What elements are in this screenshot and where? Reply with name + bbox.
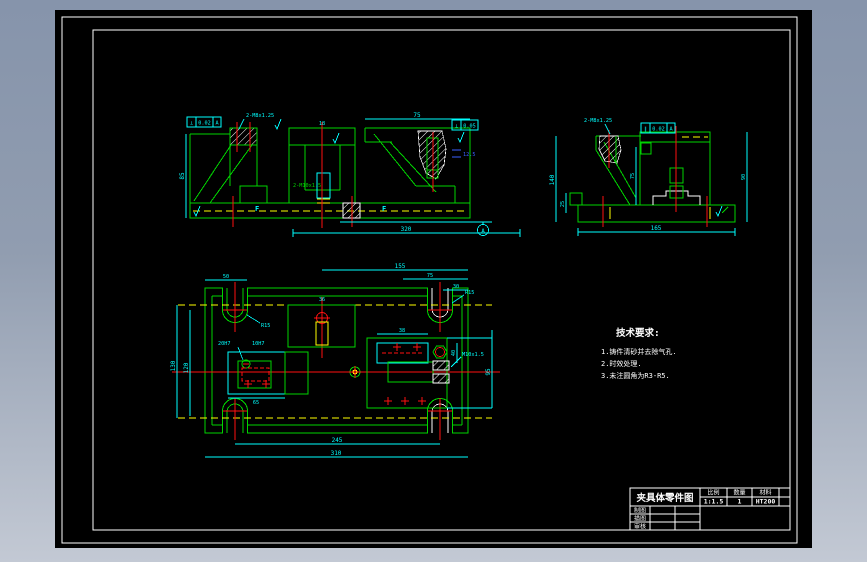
tol-value: 0.05: [463, 124, 476, 130]
title-block: 夹具体零件图 比例 数量 材料 1:1.5 1 HT200 制图 描图 审核: [629, 487, 791, 531]
drawing-title: 夹具体零件图: [635, 492, 693, 504]
tol-datum: A: [215, 121, 219, 127]
tech-req-item-3: 3.未注圆角为R3-R5.: [601, 371, 670, 380]
datum-target-symbol: A: [340, 221, 492, 236]
drawing-svg: ⊥ 0.02 A ⊥ 0.05 2-M8x1.25 2-M10x1.5 75 1…: [61, 16, 798, 544]
datum-f-left: F: [255, 205, 259, 213]
row-drawn-label: 制图: [634, 507, 646, 515]
dim-height: 85: [179, 172, 186, 180]
dim-step: 25: [560, 201, 566, 207]
thread-callout: 2-M8x1.25: [584, 118, 612, 124]
col-scale-label: 比例: [707, 489, 719, 497]
tech-req-title: 技术要求:: [616, 327, 660, 339]
surface-roughness-note: 12.5: [463, 152, 476, 158]
dim-bottom-outer: 310: [331, 450, 342, 457]
thread-callout-plan: M10x1.5: [462, 352, 484, 358]
tol-symbol: ⊥: [455, 124, 458, 130]
dim-mid: 75: [630, 173, 636, 179]
datum-ref-label: A: [481, 228, 485, 235]
thread-callout: 2-M8x1.25: [246, 113, 274, 119]
tolerance-frame-parallelism: ∥ 0.02 A: [640, 122, 676, 134]
qty-value: 1: [738, 498, 742, 506]
front-section-view: ⊥ 0.02 A ⊥ 0.05 2-M8x1.25 2-M10x1.5 75 1…: [179, 112, 521, 237]
technical-requirements: 技术要求: 1.铸件清砂并去除气孔. 2.时效处理. 3.未注圆角为R3-R5.: [601, 327, 677, 380]
dim-block: 36: [319, 297, 325, 303]
dim-top3: 30: [453, 284, 459, 290]
tolerance-frame-perpendicularity-005: ⊥ 0.05: [451, 119, 479, 131]
dim-right: 95: [485, 368, 492, 376]
tech-req-item-2: 2.时效处理.: [601, 359, 642, 368]
datum-f-right: F: [382, 205, 386, 213]
sheet-border-frames: [61, 16, 798, 544]
dim-left-outer: 130: [170, 360, 177, 371]
surface-finish-icon: [715, 205, 723, 218]
dim-right: 90: [741, 174, 747, 180]
tol-symbol: ∥: [644, 127, 647, 133]
dim-top2: 75: [427, 273, 433, 279]
row-checked-label: 审核: [634, 523, 646, 531]
hole-callout-left2: 10H7: [252, 341, 265, 347]
scale-value: 1:1.5: [704, 498, 724, 506]
material-value: HT200: [756, 498, 776, 506]
cad-drawing-canvas[interactable]: ⊥ 0.02 A ⊥ 0.05 2-M8x1.25 2-M10x1.5 75 1…: [0, 0, 867, 562]
tol-value: 0.02: [652, 127, 665, 133]
dim-width-top: 75: [413, 112, 421, 119]
tech-req-item-1: 1.铸件清砂并去除气孔.: [601, 347, 677, 356]
dim-bottom-inner: 245: [332, 437, 343, 444]
dim-total: 165: [651, 225, 662, 232]
tolerance-frame-perpendicularity-002: ⊥ 0.02 A: [186, 116, 222, 128]
tol-value: 0.02: [198, 121, 211, 127]
dim-left-sub: 65: [253, 400, 259, 406]
thread-callout-mid: 2-M10x1.5: [293, 183, 321, 189]
dim-height: 140: [549, 174, 556, 185]
hole-callout-left: 20H7: [218, 341, 231, 347]
tol-symbol: ⊥: [190, 121, 193, 127]
dim-assembly-side: 40: [451, 350, 457, 356]
row-traced-label: 描图: [634, 515, 646, 523]
col-qty-label: 数量: [733, 489, 745, 497]
dim-top: 155: [395, 263, 406, 270]
radius-callout-left: R15: [261, 323, 270, 329]
side-section-view: ∥ 0.02 A 2-M8x1.25 165 140 25 75 90: [549, 118, 748, 236]
plan-view: 36 65 20H7 10H7 38 40 M10x1.5 155 75 30 …: [170, 263, 500, 458]
dim-slot: 18: [319, 121, 325, 127]
dim-left-inner: 120: [183, 362, 190, 373]
radius-callout-right: R15: [465, 290, 474, 296]
dim-top-left: 50: [223, 274, 229, 280]
dim-total-width: 320: [401, 226, 412, 233]
dim-assembly: 38: [399, 328, 405, 334]
col-material-label: 材料: [759, 489, 771, 497]
